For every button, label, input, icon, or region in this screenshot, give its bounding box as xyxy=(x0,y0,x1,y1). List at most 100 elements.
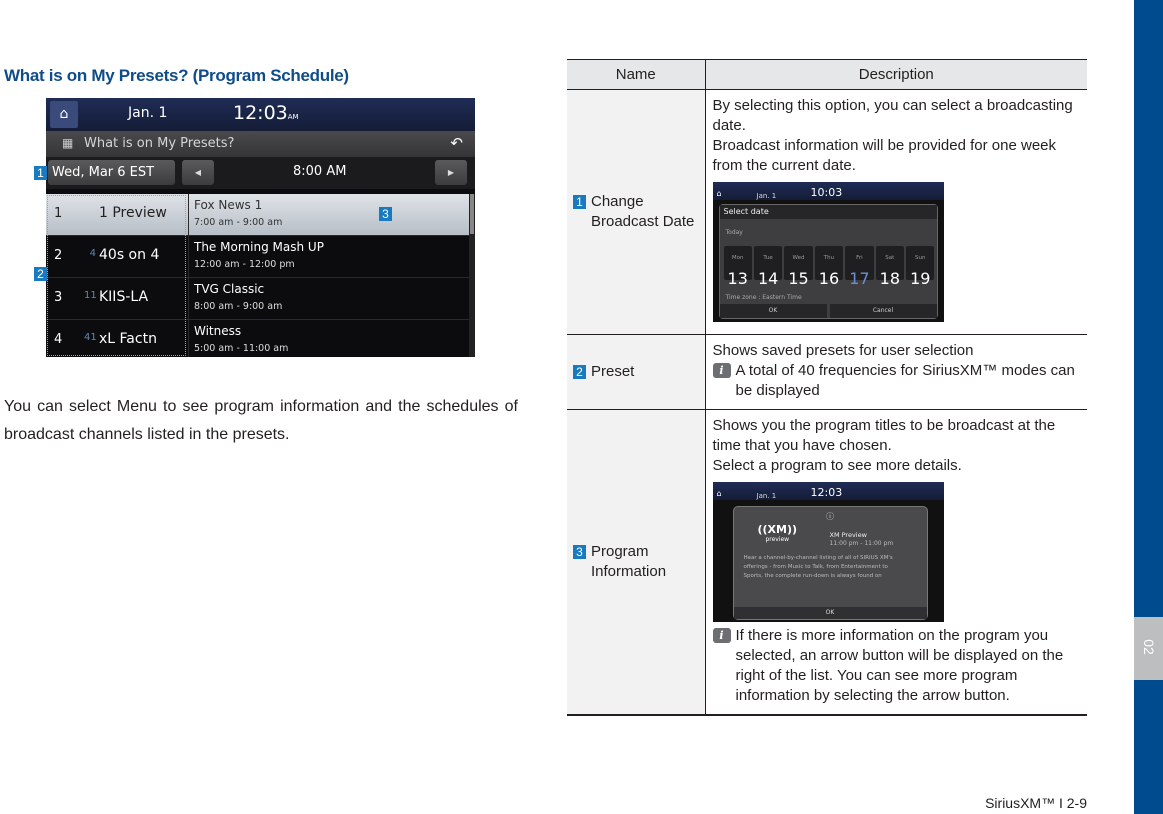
description-line: Broadcast information will be provided f… xyxy=(712,137,1057,174)
day-name: Thu xyxy=(823,255,835,261)
program-title: Witness xyxy=(194,324,242,338)
cancel-button: Cancel xyxy=(829,304,937,318)
day-name: Sun xyxy=(915,255,926,261)
day-option: Thu 16 xyxy=(814,246,844,288)
change-date-button[interactable]: Wed, Mar 6 EST xyxy=(48,160,175,185)
calendar-icon: ▦ xyxy=(62,136,74,150)
mini-status-bar: ⌂ Jan. 1 12:03 xyxy=(712,482,944,500)
program-info-popup: ⓘ ((XM)) preview XM Preview 11:00 pm - 11… xyxy=(732,506,928,620)
day-number: 18 xyxy=(879,269,900,288)
callout-marker: 3 xyxy=(573,545,586,559)
chapter-number: 02 xyxy=(1140,639,1157,655)
page-footer: SiriusXM™ I 2-9 xyxy=(985,795,1087,811)
mini-time: 10:03 xyxy=(810,186,843,199)
program-range: 5:00 am - 11:00 am xyxy=(194,343,289,354)
status-date: Jan. 1 xyxy=(128,105,168,121)
day-option: Wed 15 xyxy=(784,246,813,288)
callout-marker: 1 xyxy=(573,195,586,209)
chapter-side-bar xyxy=(1134,0,1163,814)
home-icon: ⌂ xyxy=(716,189,722,198)
description-cell: By selecting this option, you can select… xyxy=(705,89,1087,335)
day-name: Mon xyxy=(731,255,744,261)
description-line: Shows saved presets for user selection xyxy=(712,342,974,359)
info-note: i A total of 40 frequencies for SiriusXM… xyxy=(712,361,1082,401)
program-title: Fox News 1 xyxy=(194,198,263,212)
day-number: 15 xyxy=(788,269,809,288)
title-bar: ▦ What is on My Presets? ↶ xyxy=(46,131,475,157)
table-row: 2 Preset Shows saved presets for user sel… xyxy=(567,334,1087,410)
row-name: Change Broadcast Date xyxy=(591,193,695,230)
callout-marker-3: 3 xyxy=(379,207,392,221)
program-range: 7:00 am - 9:00 am xyxy=(194,217,283,228)
day-name: Sat xyxy=(885,255,895,261)
day-option: Tue 14 xyxy=(753,246,783,288)
status-time: 12:03AM xyxy=(233,102,299,124)
prev-time-button[interactable]: ◀ xyxy=(182,160,214,185)
info-icon: i xyxy=(712,628,731,643)
chapter-tab: 02 xyxy=(1134,617,1163,680)
status-time-value: 12:03 xyxy=(233,102,288,124)
row-name: Program Information xyxy=(591,543,667,580)
program-cell[interactable]: Witness 5:00 am - 11:00 am xyxy=(188,320,469,357)
program-range: 12:00 am - 12:00 pm xyxy=(194,259,295,270)
day-name: Wed xyxy=(792,255,805,261)
program-cell[interactable]: Fox News 1 7:00 am - 9:00 am xyxy=(188,194,469,235)
body-paragraph: You can select Menu to see program infor… xyxy=(4,398,518,443)
callout-marker: 2 xyxy=(573,365,586,379)
day-number: 19 xyxy=(910,269,931,288)
note-text: If there is more information on the prog… xyxy=(735,627,1064,704)
description-line: By selecting this option, you can select… xyxy=(712,97,1073,134)
program-cell[interactable]: TVG Classic 8:00 am - 9:00 am xyxy=(188,278,469,319)
description-cell: Shows you the program titles to be broad… xyxy=(705,409,1087,716)
description-line: Select a program to see more details. xyxy=(712,457,962,474)
day-option: Fri 17 xyxy=(845,246,874,288)
select-date-screenshot: ⌂ Jan. 1 10:03 Select date Today Mon 13 T… xyxy=(712,182,944,322)
day-number: 17 xyxy=(849,269,870,288)
today-label: Today xyxy=(725,229,743,236)
ok-button: OK xyxy=(719,304,827,318)
day-number: 13 xyxy=(727,269,748,288)
home-icon[interactable]: ⌂ xyxy=(50,101,78,128)
program-info-screenshot: ⌂ Jan. 1 12:03 ⓘ ((XM)) preview XM Previe… xyxy=(712,482,944,622)
mini-date: Jan. 1 xyxy=(756,192,777,200)
scrollbar-thumb[interactable] xyxy=(470,194,474,234)
logo-subtext: preview xyxy=(765,536,790,543)
description-line: Shows you the program titles to be broad… xyxy=(712,417,1056,454)
column-header-description: Description xyxy=(704,59,1087,90)
row-name: Preset xyxy=(591,363,635,380)
description-table: Name Description 1 Change Broadcast Date … xyxy=(567,59,1087,716)
home-icon: ⌂ xyxy=(716,489,722,498)
status-bar: ⌂ Jan. 1 12:03AM xyxy=(46,98,475,131)
status-ampm: AM xyxy=(287,113,299,121)
mini-date: Jan. 1 xyxy=(756,492,777,500)
description-cell: Shows saved presets for user selection i… xyxy=(705,334,1087,410)
screen-title: What is on My Presets? xyxy=(84,136,235,151)
date-bar: Wed, Mar 6 EST ◀ 8:00 AM ▶ xyxy=(46,157,475,189)
day-option: Mon 13 xyxy=(723,246,752,288)
name-cell: 2 Preset xyxy=(567,334,706,410)
day-name: Tue xyxy=(763,255,773,261)
name-cell: 3 Program Information xyxy=(567,409,706,716)
day-option: Sun 19 xyxy=(906,246,935,288)
program-cell[interactable]: The Morning Mash UP 12:00 am - 12:00 pm xyxy=(188,236,469,277)
day-picker: Mon 13 Tue 14 Wed 15 Thu 16 Fri 17 Sat 18 Sun 1… xyxy=(720,243,937,288)
dialog-buttons: OK Cancel xyxy=(719,304,937,318)
program-title: The Morning Mash UP xyxy=(194,240,324,254)
callout-marker-2: 2 xyxy=(34,267,47,281)
popup-program-description: Hear a channel-by-channel listing of all… xyxy=(743,555,893,579)
mini-status-bar: ⌂ Jan. 1 10:03 xyxy=(712,182,944,200)
mini-time: 12:03 xyxy=(810,486,843,499)
next-time-button[interactable]: ▶ xyxy=(435,160,467,185)
dialog-title: Select date xyxy=(719,205,937,219)
info-icon: i xyxy=(712,363,731,378)
section-title: What is on My Presets? (Program Schedule… xyxy=(4,66,349,85)
note-text: A total of 40 frequencies for SiriusXM™ … xyxy=(735,362,1075,399)
scrollbar[interactable] xyxy=(469,194,475,357)
table-header-row: Name Description xyxy=(567,59,1087,90)
preset-highlight-box xyxy=(47,195,186,356)
back-icon[interactable]: ↶ xyxy=(450,134,463,152)
select-date-dialog: Select date Today Mon 13 Tue 14 Wed 15 Thu 1… xyxy=(718,204,938,319)
info-note: i If there is more information on the pr… xyxy=(712,626,1082,706)
program-range: 8:00 am - 9:00 am xyxy=(194,301,283,312)
xm-preview-logo: ((XM)) preview xyxy=(758,524,798,545)
